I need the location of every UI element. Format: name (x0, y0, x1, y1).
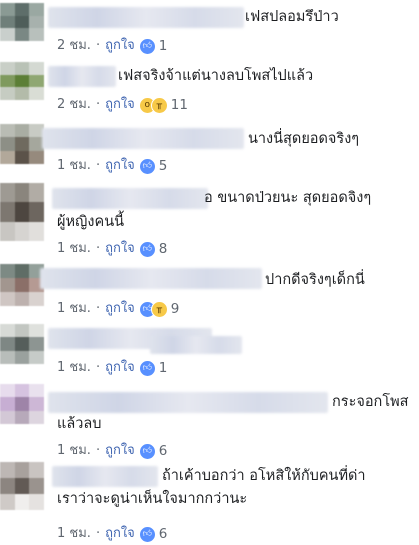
blurred-author-name[interactable] (48, 66, 116, 87)
blurred-author-name[interactable] (48, 392, 328, 413)
comment-text: กระจอกโพส (332, 394, 409, 410)
timestamp[interactable]: 2 ชม. (57, 37, 91, 55)
blurred-author-name[interactable] (52, 188, 208, 209)
comment-meta: 1 ชม. · ถูกใจ 👍︎ 8 (57, 240, 167, 258)
comment-meta: 2 ชม. · ถูกใจ o ╥ 11 (57, 96, 188, 114)
reaction-count: 6 (158, 526, 168, 542)
like-link[interactable]: ถูกใจ (105, 157, 135, 175)
blurred-author-name[interactable] (48, 7, 244, 28)
comment-text-line-2: เราว่าจะดูน่าเห็นใจมากกว่านะ (57, 491, 248, 507)
avatar[interactable] (0, 124, 44, 164)
comment-meta: 1 ชม. · ถูกใจ 👍︎ ╥ 9 (57, 300, 179, 318)
timestamp[interactable]: 2 ชม. (57, 96, 91, 114)
like-link[interactable]: ถูกใจ (105, 359, 135, 377)
reaction-summary[interactable]: 👍︎ 1 (138, 37, 168, 55)
separator: · (95, 443, 101, 458)
comment-text: เฟสปลอมรึป่าว (245, 9, 339, 25)
blurred-author-name[interactable] (42, 128, 244, 149)
comment-text: เฟสจริงจ้าแต่นางลบโพสไปแล้ว (118, 68, 314, 84)
separator: · (95, 526, 101, 541)
comment-meta: 1 ชม. · ถูกใจ 👍︎ 6 (57, 442, 167, 460)
like-link[interactable]: ถูกใจ (105, 525, 135, 543)
timestamp[interactable]: 1 ชม. (57, 300, 91, 318)
comment-meta: 2 ชม. · ถูกใจ 👍︎ 1 (57, 37, 167, 55)
reaction-count: 6 (158, 443, 168, 459)
reaction-count: 5 (158, 158, 168, 174)
reaction-summary[interactable]: 👍︎ 8 (138, 240, 168, 258)
timestamp[interactable]: 1 ชม. (57, 442, 91, 460)
reaction-count: 8 (158, 241, 168, 257)
like-icon: 👍︎ (138, 442, 156, 460)
like-icon: 👍︎ (138, 359, 156, 377)
comment-text: อ ขนาดป่วยนะ สุดยอดจิงๆ (204, 190, 372, 206)
reaction-summary[interactable]: 👍︎ 6 (138, 442, 168, 460)
timestamp[interactable]: 1 ชม. (57, 525, 91, 543)
timestamp[interactable]: 1 ชม. (57, 240, 91, 258)
reaction-count: 9 (170, 301, 180, 317)
avatar[interactable] (0, 3, 44, 41)
avatar[interactable] (0, 324, 44, 364)
reaction-summary[interactable]: 👍︎ 1 (138, 359, 168, 377)
like-icon: 👍︎ (138, 525, 156, 543)
reaction-count: 11 (170, 97, 188, 113)
separator: · (95, 97, 101, 112)
avatar[interactable] (0, 62, 44, 100)
separator: · (95, 158, 101, 173)
comment-meta: 1 ชม. · ถูกใจ 👍︎ 5 (57, 157, 167, 175)
timestamp[interactable]: 1 ชม. (57, 157, 91, 175)
like-link[interactable]: ถูกใจ (105, 240, 135, 258)
comment-text-line-2: แล้วลบ (57, 416, 102, 432)
separator: · (95, 38, 101, 53)
like-link[interactable]: ถูกใจ (105, 300, 135, 318)
like-link[interactable]: ถูกใจ (105, 96, 135, 114)
blurred-comment-text (150, 336, 242, 354)
comment-meta: 1 ชม. · ถูกใจ 👍︎ 1 (57, 359, 167, 377)
sad-icon: ╥ (150, 96, 168, 114)
like-link[interactable]: ถูกใจ (105, 37, 135, 55)
reaction-summary[interactable]: 👍︎ ╥ 9 (138, 300, 180, 318)
reaction-summary[interactable]: 👍︎ 6 (138, 525, 168, 543)
blurred-author-name[interactable] (52, 466, 158, 487)
reaction-summary[interactable]: o ╥ 11 (138, 96, 188, 114)
avatar[interactable] (0, 462, 44, 510)
reaction-count: 1 (158, 38, 168, 54)
comment-text: นางนี่สุดยอดจริงๆ (248, 131, 360, 147)
comment-text: ถ้าเค้าบอกว่า อโหสิให้กับคนที่ด่า (162, 468, 366, 484)
reaction-count: 1 (158, 360, 168, 376)
sad-icon: ╥ (150, 300, 168, 318)
like-icon: 👍︎ (138, 240, 156, 258)
reaction-summary[interactable]: 👍︎ 5 (138, 157, 168, 175)
separator: · (95, 301, 101, 316)
timestamp[interactable]: 1 ชม. (57, 359, 91, 377)
avatar[interactable] (0, 384, 44, 424)
separator: · (95, 241, 101, 256)
like-icon: 👍︎ (138, 157, 156, 175)
like-icon: 👍︎ (138, 37, 156, 55)
comment-text-line-2: ผู้หญิงคนนี้ (57, 214, 125, 230)
blurred-author-name[interactable] (40, 268, 262, 289)
like-link[interactable]: ถูกใจ (105, 442, 135, 460)
comment-text: ปากดีจริงๆเด็กนี่ (265, 272, 365, 288)
avatar[interactable] (0, 183, 44, 241)
comment-feed: เฟสปลอมรึป่าว 2 ชม. · ถูกใจ 👍︎ 1 เฟสจริง… (0, 0, 419, 545)
comment-meta: 1 ชม. · ถูกใจ 👍︎ 6 (57, 525, 167, 543)
avatar[interactable] (0, 264, 44, 306)
separator: · (95, 360, 101, 375)
